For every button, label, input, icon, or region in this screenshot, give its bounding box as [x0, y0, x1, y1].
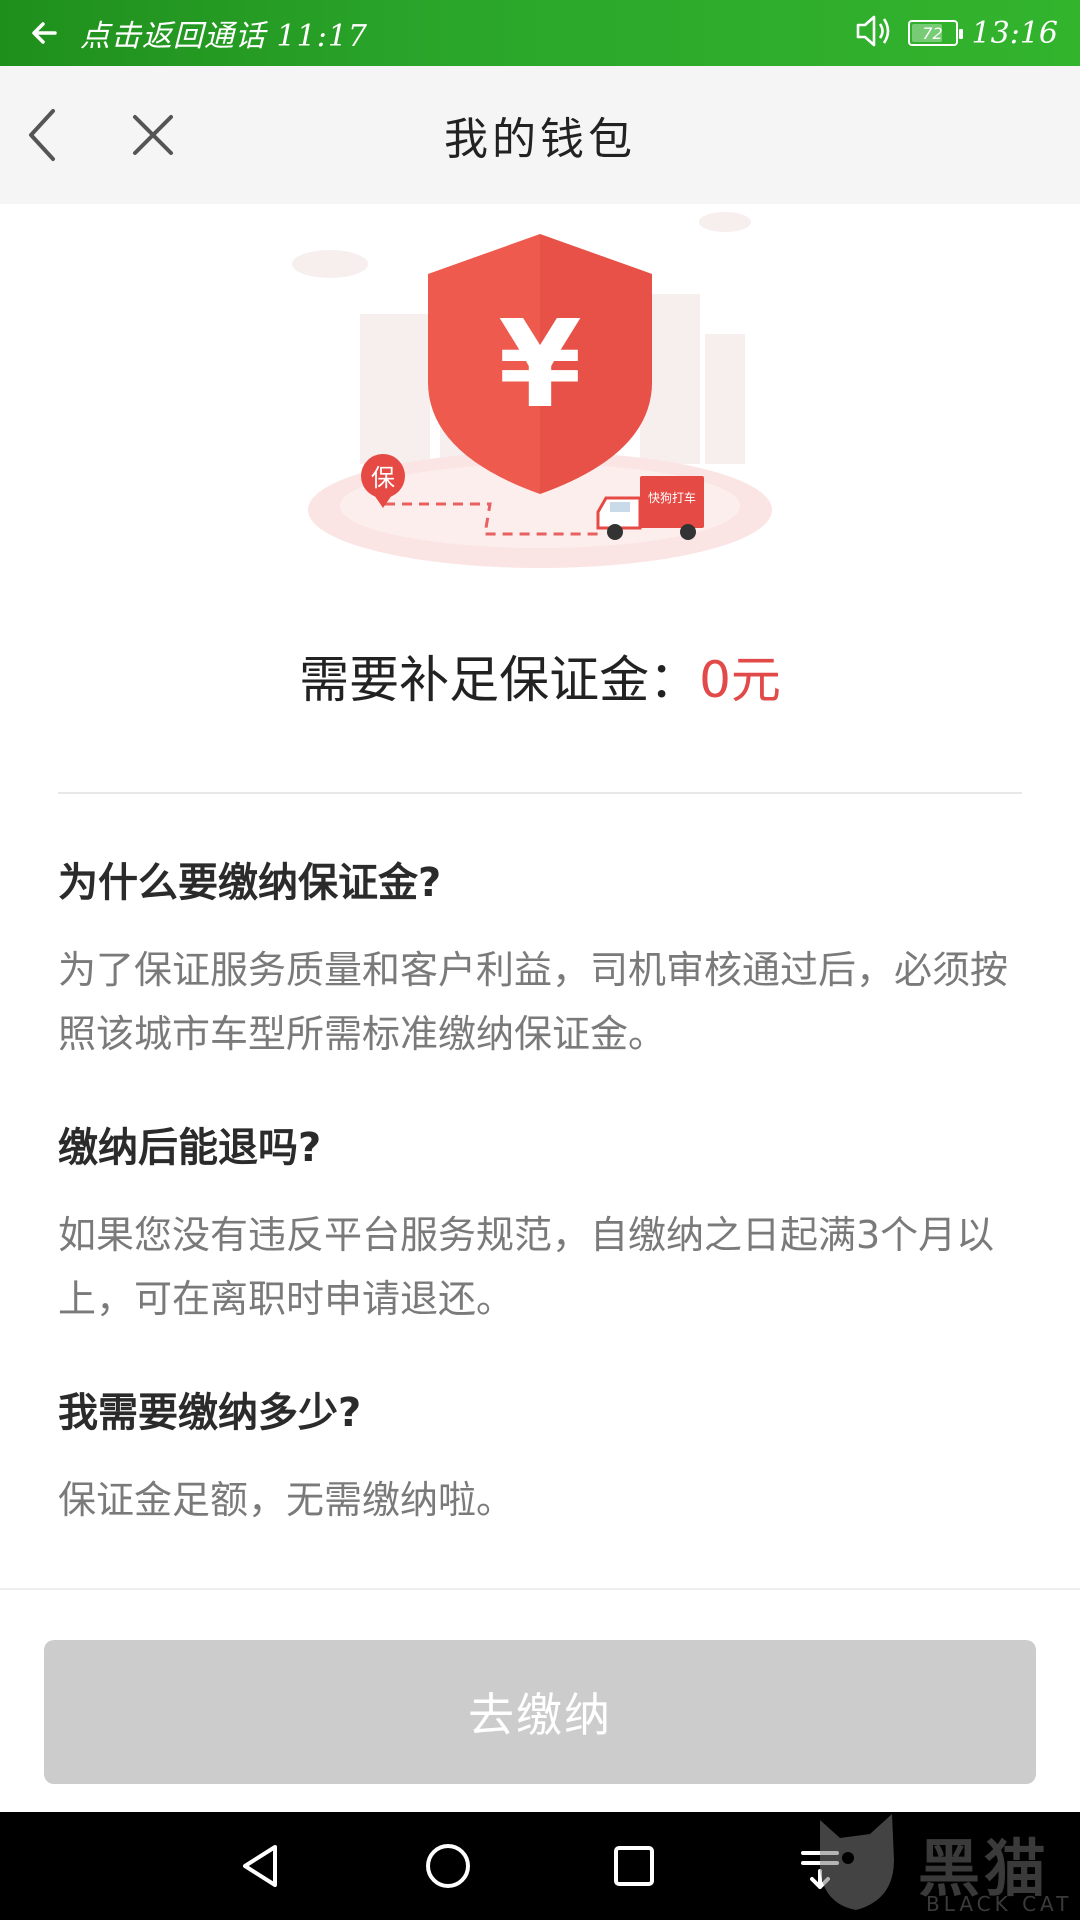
faq-answer: 为了保证服务质量和客户利益，司机审核通过后，必须按照该城市车型所需标准缴纳保证金…	[58, 948, 1009, 1056]
volume-icon	[854, 13, 894, 53]
deposit-amount: 0元	[699, 651, 781, 709]
nav-bar: 我的钱包	[0, 66, 1080, 204]
return-to-call-text[interactable]: 点击返回通话 11:17	[80, 11, 368, 55]
deposit-illustration: ¥ 保 快狗打车	[0, 204, 1080, 584]
faq-item: 为什么要缴纳保证金? 为了保证服务质量和客户利益，司机审核通过后，必须按照该城市…	[58, 850, 1028, 1066]
system-back-button[interactable]	[230, 1836, 290, 1896]
watermark-logo: 黑猫 BLACK CAT	[800, 1800, 1080, 1920]
faq-answer: 保证金足额，无需缴纳啦。	[58, 1478, 515, 1522]
system-home-button[interactable]	[418, 1836, 478, 1896]
marker-label: 保	[371, 464, 395, 492]
faq-question: 我需要缴纳多少?	[58, 1390, 362, 1436]
faq-question: 缴纳后能退吗?	[58, 1125, 322, 1171]
system-recents-button[interactable]	[604, 1836, 664, 1896]
battery-level: 72	[922, 23, 943, 43]
battery-icon: 72	[907, 20, 963, 46]
close-icon	[133, 115, 173, 155]
circle-home-icon	[426, 1844, 470, 1888]
faq-question: 为什么要缴纳保证金?	[58, 860, 442, 906]
divider	[58, 792, 1022, 794]
faq-item: 缴纳后能退吗? 如果您没有违反平台服务规范，自缴纳之日起满3个月以上，可在离职时…	[58, 1115, 1028, 1331]
yuan-symbol: ¥	[498, 296, 582, 435]
cat-logo-icon	[820, 1814, 894, 1910]
square-recents-icon	[614, 1846, 654, 1886]
status-bar: 点击返回通话 11:17 72 13:16	[0, 0, 1080, 66]
deposit-label: 需要补足保证金：	[299, 651, 700, 709]
deposit-required: 需要补足保证金：0元	[0, 640, 1080, 712]
back-button[interactable]	[8, 100, 78, 170]
footer-divider	[0, 1588, 1080, 1590]
faq-item: 我需要缴纳多少? 保证金足额，无需缴纳啦。	[58, 1380, 1028, 1532]
return-to-call-arrow-icon[interactable]	[22, 11, 66, 55]
triangle-back-icon	[243, 1845, 277, 1887]
watermark-subtext: BLACK CAT	[926, 1892, 1073, 1916]
faq-answer: 如果您没有违反平台服务规范，自缴纳之日起满3个月以上，可在离职时申请退还。	[58, 1213, 995, 1321]
truck-label: 快狗打车	[648, 490, 696, 505]
status-clock: 13:16	[971, 15, 1058, 51]
close-button[interactable]	[118, 100, 188, 170]
pay-deposit-button[interactable]: 去缴纳	[44, 1640, 1036, 1784]
chevron-left-icon	[29, 109, 55, 161]
